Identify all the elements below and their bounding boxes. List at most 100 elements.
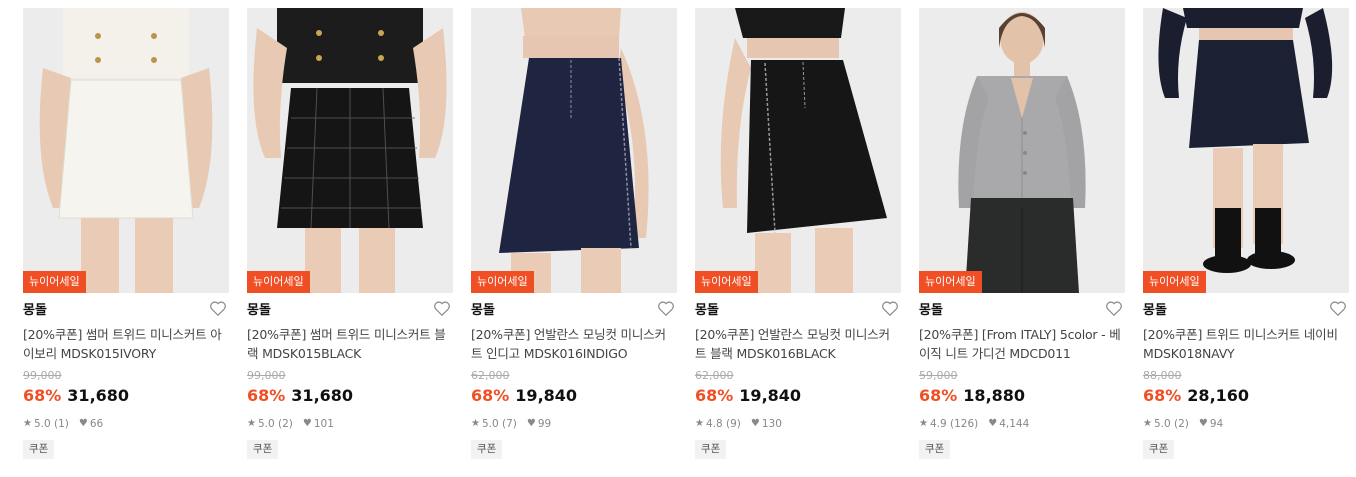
heart-outline-icon[interactable] bbox=[1329, 300, 1347, 317]
review-count: (2) bbox=[278, 418, 293, 430]
coupon-tag: 쿠폰 bbox=[23, 440, 55, 459]
brand-name[interactable]: 몽돌 bbox=[1143, 303, 1167, 318]
review-count: (7) bbox=[502, 418, 517, 430]
star-icon: ★ bbox=[247, 418, 256, 429]
star-icon: ★ bbox=[919, 418, 928, 429]
review-meta: ★ 5.0 (2) ♥ 101 bbox=[247, 417, 453, 431]
original-price: 62,000 bbox=[695, 369, 734, 382]
heart-outline-icon[interactable] bbox=[881, 300, 899, 317]
brand-name[interactable]: 몽돌 bbox=[919, 303, 943, 318]
like-count: 101 bbox=[313, 418, 334, 430]
indigo-denim-skirt-photo bbox=[471, 8, 677, 293]
coupon-tag: 쿠폰 bbox=[1143, 440, 1175, 459]
product-card[interactable]: 뉴이어세일 몽돌 [20%쿠폰] [From ITALY] 5color - 베… bbox=[919, 8, 1125, 459]
sale-price: 28,160 bbox=[1187, 386, 1250, 405]
navy-tweed-skirt-photo bbox=[1143, 8, 1349, 293]
discount-rate: 68% bbox=[23, 386, 62, 405]
sale-badge: 뉴이어세일 bbox=[247, 271, 310, 293]
review-meta: ★ 4.8 (9) ♥ 130 bbox=[695, 417, 901, 431]
like-count: 130 bbox=[761, 418, 782, 430]
like-count: 99 bbox=[537, 418, 552, 430]
product-image[interactable]: 뉴이어세일 bbox=[23, 8, 229, 293]
ivory-tweed-skirt-photo bbox=[23, 8, 229, 293]
review-meta: ★ 5.0 (7) ♥ 99 bbox=[471, 417, 677, 431]
review-count: (126) bbox=[950, 418, 979, 430]
sale-price: 31,680 bbox=[67, 386, 130, 405]
rating: 4.9 bbox=[929, 418, 947, 430]
rating: 5.0 bbox=[1153, 418, 1171, 430]
heart-filled-icon: ♥ bbox=[1198, 418, 1208, 429]
rating: 5.0 bbox=[33, 418, 51, 430]
original-price: 62,000 bbox=[471, 369, 510, 382]
heart-outline-icon[interactable] bbox=[209, 300, 227, 317]
coupon-tag: 쿠폰 bbox=[247, 440, 279, 459]
heart-outline-icon[interactable] bbox=[433, 300, 451, 317]
product-grid: 뉴이어세일 몽돌 [20%쿠폰] 썸머 트위드 미니스커트 아이보리 MDSK0… bbox=[0, 0, 1356, 477]
product-card[interactable]: 뉴이어세일 몽돌 [20%쿠폰] 썸머 트위드 미니스커트 아이보리 MDSK0… bbox=[23, 8, 229, 459]
sale-price: 31,680 bbox=[291, 386, 354, 405]
heart-filled-icon: ♥ bbox=[526, 418, 536, 429]
product-image[interactable]: 뉴이어세일 bbox=[471, 8, 677, 293]
sale-badge: 뉴이어세일 bbox=[1143, 271, 1206, 293]
discount-rate: 68% bbox=[1143, 386, 1182, 405]
product-card[interactable]: 뉴이어세일 몽돌 [20%쿠폰] 트위드 미니스커트 네이비 MDSK018NA… bbox=[1143, 8, 1349, 459]
original-price: 88,000 bbox=[1143, 369, 1182, 382]
product-image[interactable]: 뉴이어세일 bbox=[247, 8, 453, 293]
black-tweed-skirt-photo bbox=[247, 8, 453, 293]
heart-filled-icon: ♥ bbox=[302, 418, 312, 429]
sale-badge: 뉴이어세일 bbox=[919, 271, 982, 293]
coupon-tag: 쿠폰 bbox=[471, 440, 503, 459]
heart-filled-icon: ♥ bbox=[750, 418, 760, 429]
heart-filled-icon: ♥ bbox=[988, 418, 998, 429]
like-count: 94 bbox=[1209, 418, 1224, 430]
product-card[interactable]: 뉴이어세일 몽돌 [20%쿠폰] 썸머 트위드 미니스커트 블랙 MDSK015… bbox=[247, 8, 453, 459]
rating: 4.8 bbox=[705, 418, 723, 430]
product-image[interactable]: 뉴이어세일 bbox=[1143, 8, 1349, 293]
coupon-tag: 쿠폰 bbox=[919, 440, 951, 459]
star-icon: ★ bbox=[471, 418, 480, 429]
original-price: 99,000 bbox=[247, 369, 286, 382]
product-image[interactable]: 뉴이어세일 bbox=[919, 8, 1125, 293]
star-icon: ★ bbox=[23, 418, 32, 429]
heart-filled-icon: ♥ bbox=[78, 418, 88, 429]
product-title[interactable]: [20%쿠폰] 언발란스 모닝컷 미니스커트 인디고 MDSK016INDIGO bbox=[471, 325, 677, 363]
product-image[interactable]: 뉴이어세일 bbox=[695, 8, 901, 293]
brand-name[interactable]: 몽돌 bbox=[247, 303, 271, 318]
sale-badge: 뉴이어세일 bbox=[695, 271, 758, 293]
review-meta: ★ 4.9 (126) ♥ 4,144 bbox=[919, 417, 1125, 431]
black-denim-skirt-photo bbox=[695, 8, 901, 293]
sale-price: 18,880 bbox=[963, 386, 1026, 405]
sale-badge: 뉴이어세일 bbox=[23, 271, 86, 293]
product-title[interactable]: [20%쿠폰] 트위드 미니스커트 네이비 MDSK018NAVY bbox=[1143, 325, 1349, 363]
product-card[interactable]: 뉴이어세일 몽돌 [20%쿠폰] 언발란스 모닝컷 미니스커트 인디고 MDSK… bbox=[471, 8, 677, 459]
product-title[interactable]: [20%쿠폰] [From ITALY] 5color - 베이직 니트 가디건… bbox=[919, 325, 1125, 363]
heart-outline-icon[interactable] bbox=[657, 300, 675, 317]
rating: 5.0 bbox=[257, 418, 275, 430]
discount-rate: 68% bbox=[247, 386, 286, 405]
grey-knit-cardigan-photo bbox=[919, 8, 1125, 293]
product-title[interactable]: [20%쿠폰] 썸머 트위드 미니스커트 블랙 MDSK015BLACK bbox=[247, 325, 453, 363]
heart-outline-icon[interactable] bbox=[1105, 300, 1123, 317]
like-count: 66 bbox=[89, 418, 104, 430]
brand-name[interactable]: 몽돌 bbox=[695, 303, 719, 318]
review-count: (9) bbox=[726, 418, 741, 430]
review-count: (1) bbox=[54, 418, 69, 430]
like-count: 4,144 bbox=[999, 418, 1030, 430]
rating: 5.0 bbox=[481, 418, 499, 430]
sale-price: 19,840 bbox=[739, 386, 802, 405]
sale-badge: 뉴이어세일 bbox=[471, 271, 534, 293]
product-card[interactable]: 뉴이어세일 몽돌 [20%쿠폰] 언발란스 모닝컷 미니스커트 블랙 MDSK0… bbox=[695, 8, 901, 459]
review-meta: ★ 5.0 (2) ♥ 94 bbox=[1143, 417, 1349, 431]
discount-rate: 68% bbox=[919, 386, 958, 405]
sale-price: 19,840 bbox=[515, 386, 578, 405]
coupon-tag: 쿠폰 bbox=[695, 440, 727, 459]
product-title[interactable]: [20%쿠폰] 언발란스 모닝컷 미니스커트 블랙 MDSK016BLACK bbox=[695, 325, 901, 363]
brand-name[interactable]: 몽돌 bbox=[23, 303, 47, 318]
star-icon: ★ bbox=[1143, 418, 1152, 429]
brand-name[interactable]: 몽돌 bbox=[471, 303, 495, 318]
review-count: (2) bbox=[1174, 418, 1189, 430]
review-meta: ★ 5.0 (1) ♥ 66 bbox=[23, 417, 229, 431]
discount-rate: 68% bbox=[471, 386, 510, 405]
product-title[interactable]: [20%쿠폰] 썸머 트위드 미니스커트 아이보리 MDSK015IVORY bbox=[23, 325, 229, 363]
original-price: 59,000 bbox=[919, 369, 958, 382]
